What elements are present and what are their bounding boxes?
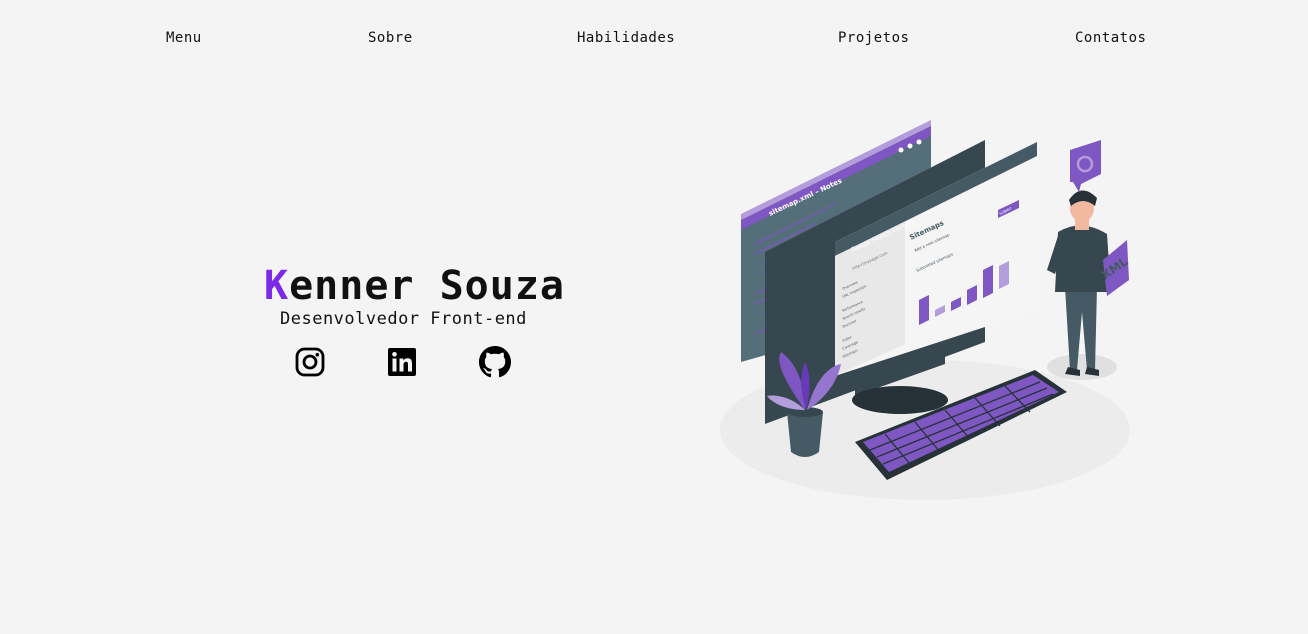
top-navigation: Menu Sobre Habilidades Projetos Contatos	[0, 30, 1308, 50]
person-shadow	[1047, 354, 1117, 380]
nav-sobre-link[interactable]: Sobre	[368, 30, 413, 46]
nav-menu-link[interactable]: Menu	[166, 30, 202, 46]
hero-role: Desenvolvedor Front-end	[280, 309, 527, 329]
section-decoration-purple	[266, 626, 284, 634]
developer-person: XML	[1047, 190, 1131, 376]
settings-bubble	[1070, 140, 1101, 192]
nav-habilidades-link[interactable]: Habilidades	[577, 30, 675, 46]
github-icon	[479, 346, 511, 378]
instagram-link[interactable]	[294, 346, 326, 378]
hero-name: Kenner Souza	[264, 258, 565, 314]
nav-projetos-link[interactable]: Projetos	[838, 30, 909, 46]
instagram-icon	[295, 347, 325, 377]
linkedin-icon	[388, 348, 416, 376]
developer-illustration: sitemap.xml – Notes Google Search Consol…	[720, 120, 1131, 500]
linkedin-link[interactable]	[386, 346, 418, 378]
github-link[interactable]	[479, 346, 511, 378]
hero-name-initial: K	[264, 263, 290, 309]
nav-contatos-link[interactable]: Contatos	[1075, 30, 1146, 46]
section-decoration	[160, 626, 166, 634]
hero-name-rest: enner Souza	[289, 263, 565, 309]
